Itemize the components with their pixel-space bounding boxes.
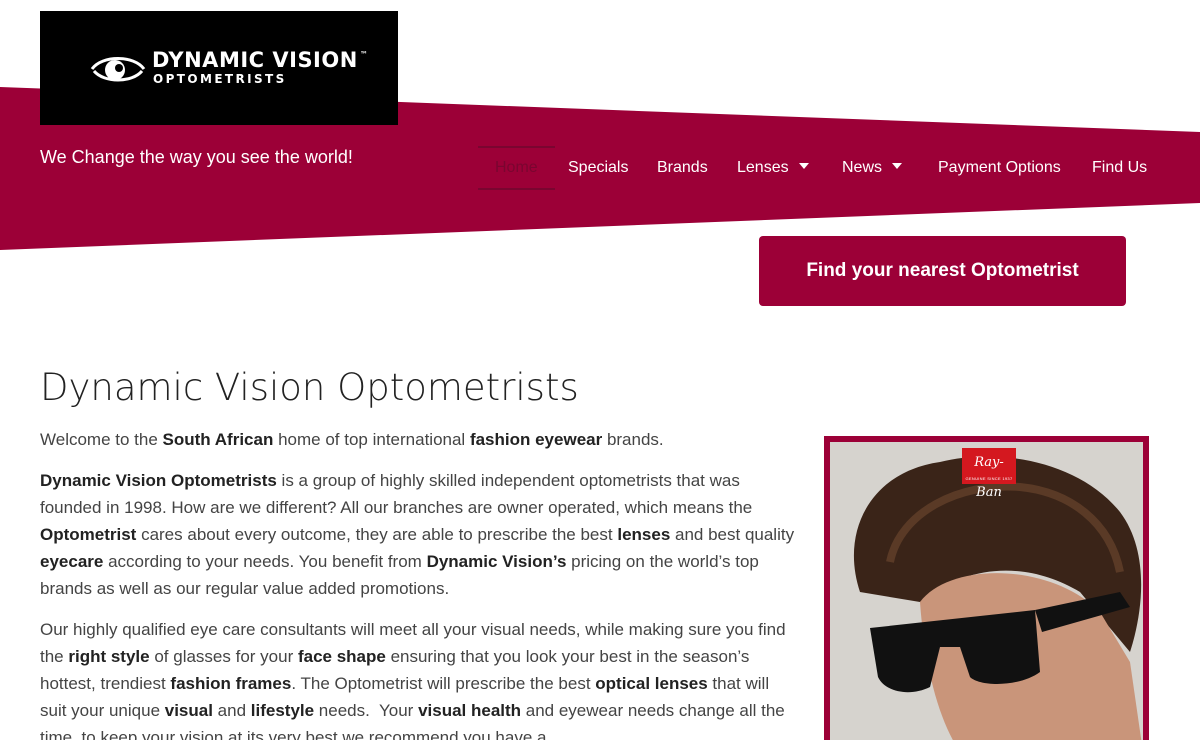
nav-home[interactable]: Home: [478, 146, 555, 190]
nav-specials[interactable]: Specials: [568, 146, 628, 190]
tagline: We Change the way you see the world!: [40, 147, 353, 167]
chevron-down-icon: [798, 162, 809, 169]
paragraph: Welcome to the South African home of top…: [40, 430, 664, 449]
nav-news-label: News: [842, 159, 883, 176]
find-optometrist-button[interactable]: Find your nearest Optometrist: [759, 236, 1126, 306]
nav-news[interactable]: News: [842, 146, 903, 190]
nav-lenses[interactable]: Lenses: [737, 146, 809, 190]
nav-brands[interactable]: Brands: [657, 146, 708, 190]
promo-image: Ray-Ban GENUINE SINCE 1937: [824, 436, 1149, 740]
site-logo[interactable]: DYNAMIC VISION ™ OPTOMETRISTS: [40, 11, 398, 125]
eye-icon: [90, 57, 146, 82]
chevron-down-icon: [892, 162, 903, 169]
nav-payment-options[interactable]: Payment Options: [938, 146, 1061, 190]
model-photo: Ray-Ban GENUINE SINCE 1937: [830, 442, 1143, 740]
paragraph: Dynamic Vision Optometrists is a group o…: [40, 471, 795, 598]
nav-find-us[interactable]: Find Us: [1092, 146, 1147, 190]
paragraph: Our highly qualified eye care consultant…: [40, 620, 786, 740]
logo-name: DYNAMIC VISION ™: [152, 48, 369, 72]
nav-lenses-label: Lenses: [737, 159, 789, 176]
logo-subname: OPTOMETRISTS: [153, 72, 287, 86]
intro-text: Welcome to the South African home of top…: [40, 426, 795, 740]
rayban-logo-subtext: GENUINE SINCE 1937: [965, 476, 1013, 481]
page-title: Dynamic Vision Optometrists: [40, 366, 579, 409]
